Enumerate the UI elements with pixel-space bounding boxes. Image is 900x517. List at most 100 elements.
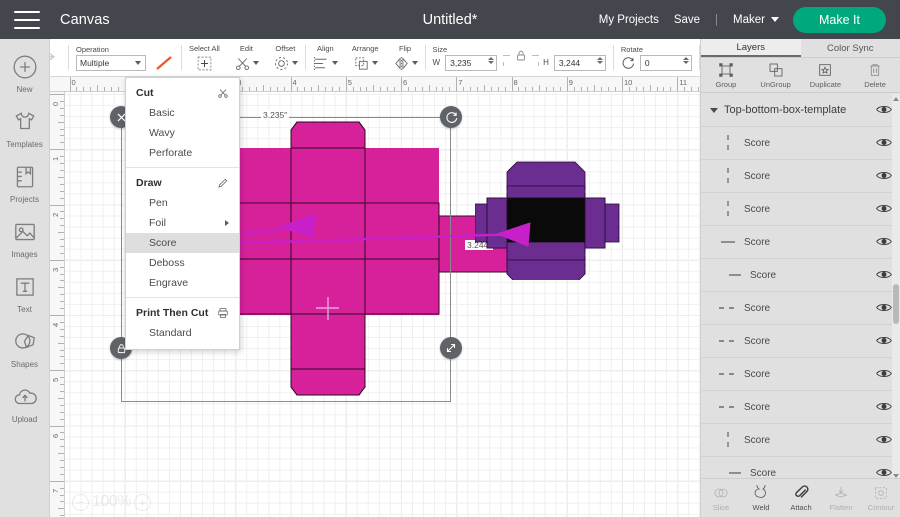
tab-color-sync[interactable]: Color Sync <box>801 39 900 57</box>
edit-button[interactable]: Edit <box>227 39 266 76</box>
zoom-out-button[interactable]: − <box>72 493 89 511</box>
layer-row[interactable]: Score <box>701 160 900 193</box>
menu-item-score[interactable]: Score <box>126 233 239 253</box>
size-lock-toggle[interactable] <box>499 39 543 76</box>
weld-button[interactable]: Weld <box>741 479 781 517</box>
layer-list[interactable]: Top-bottom-box-template Score Score Score S… <box>701 94 900 481</box>
group-button[interactable]: Group <box>701 58 751 92</box>
resize-handle[interactable] <box>440 337 462 359</box>
sidebar-item-images[interactable]: Images <box>0 210 49 265</box>
sidebar-item-shapes[interactable]: Shapes <box>0 320 49 375</box>
eye-icon <box>876 271 892 278</box>
layer-row[interactable]: Score <box>701 193 900 226</box>
attach-button[interactable]: Attach <box>781 479 821 517</box>
stepper-down-icon[interactable] <box>488 60 495 64</box>
menu-item-foil[interactable]: Foil <box>126 213 239 233</box>
operation-dropdown-menu[interactable]: Cut Basic Wavy Perforate Draw Pen Foil S… <box>125 77 240 350</box>
rotate-handle[interactable] <box>440 106 462 128</box>
tab-layers[interactable]: Layers <box>701 39 801 57</box>
menu-item-basic[interactable]: Basic <box>126 103 239 123</box>
hamburger-menu-icon[interactable] <box>14 10 40 29</box>
ruler-h-tick <box>546 87 548 91</box>
offset-button[interactable]: Offset <box>266 39 305 76</box>
height-input[interactable]: 3,244 <box>553 54 606 71</box>
operation-select[interactable]: Multiple <box>76 54 146 71</box>
zoom-level-label: 100% <box>92 493 131 510</box>
layer-scrollbar[interactable] <box>892 94 900 481</box>
layer-row[interactable]: Score <box>701 259 900 292</box>
layer-row[interactable]: Score <box>701 325 900 358</box>
visibility-toggle[interactable] <box>876 170 892 182</box>
stepper-down-icon[interactable] <box>682 60 689 64</box>
zoom-in-button[interactable]: + <box>133 493 151 511</box>
layer-stroke-icon <box>718 134 738 152</box>
sidebar-label-templates: Templates <box>6 140 43 149</box>
visibility-toggle[interactable] <box>876 401 892 413</box>
layer-row[interactable]: Score <box>701 226 900 259</box>
visibility-toggle[interactable] <box>876 137 892 149</box>
rotate-input[interactable]: 0 <box>639 54 692 71</box>
duplicate-button[interactable]: Duplicate <box>801 58 851 92</box>
flatten-icon <box>834 486 848 497</box>
menu-item-deboss[interactable]: Deboss <box>126 253 239 273</box>
stepper-up-icon[interactable] <box>596 56 603 60</box>
layer-name: Score <box>744 335 771 347</box>
visibility-toggle[interactable] <box>876 269 892 281</box>
visibility-toggle[interactable] <box>876 302 892 314</box>
visibility-toggle[interactable] <box>876 368 892 380</box>
menu-item-engrave[interactable]: Engrave <box>126 273 239 293</box>
menu-item-label: Wavy <box>149 127 175 139</box>
height-stepper[interactable] <box>596 56 603 64</box>
ruler-h-tick <box>394 87 396 91</box>
sidebar-item-upload[interactable]: Upload <box>0 375 49 430</box>
align-button[interactable]: Align <box>306 39 345 76</box>
delete-button[interactable]: Delete <box>850 58 900 92</box>
sidebar-item-projects[interactable]: Projects <box>0 155 49 210</box>
my-projects-link[interactable]: My Projects <box>599 14 659 26</box>
menu-item-pen[interactable]: Pen <box>126 193 239 213</box>
zoom-control[interactable]: − 100% + <box>72 493 151 511</box>
layer-row[interactable]: Score <box>701 292 900 325</box>
select-all-button[interactable]: Select All <box>182 39 227 76</box>
make-it-button[interactable]: Make It <box>793 6 886 33</box>
visibility-toggle[interactable] <box>876 335 892 347</box>
width-input[interactable]: 3,235 <box>445 54 498 71</box>
scrollbar-thumb[interactable] <box>893 284 899 324</box>
stepper-up-icon[interactable] <box>682 56 689 60</box>
menu-item-perforate[interactable]: Perforate <box>126 143 239 163</box>
sidebar-item-text[interactable]: Text <box>0 265 49 320</box>
rotate-stepper[interactable] <box>682 56 689 64</box>
contour-label: Contour <box>867 502 895 512</box>
visibility-toggle[interactable] <box>876 104 892 116</box>
eye-icon <box>876 304 892 311</box>
menu-item-wavy[interactable]: Wavy <box>126 123 239 143</box>
visibility-toggle[interactable] <box>876 434 892 446</box>
arrange-button[interactable]: Arrange <box>345 39 386 76</box>
scroll-up-arrow-icon[interactable] <box>893 97 899 101</box>
purple-folded-box-shape[interactable] <box>475 140 635 280</box>
save-button[interactable]: Save <box>674 14 700 26</box>
machine-selector[interactable]: Maker <box>733 14 765 26</box>
chevron-down-icon[interactable] <box>771 17 779 22</box>
sidebar-item-templates[interactable]: Templates <box>0 100 49 155</box>
stepper-down-icon[interactable] <box>596 60 603 64</box>
layer-group-row[interactable]: Top-bottom-box-template <box>701 94 900 127</box>
ruler-v-tick <box>60 252 64 254</box>
sidebar-item-new[interactable]: New <box>0 45 49 100</box>
ruler-v-tick <box>60 363 64 365</box>
layer-row[interactable]: Score <box>701 424 900 457</box>
lock-line-left <box>503 55 511 56</box>
layer-row[interactable]: Score <box>701 391 900 424</box>
stepper-up-icon[interactable] <box>488 56 495 60</box>
layer-row[interactable]: Score <box>701 358 900 391</box>
visibility-toggle[interactable] <box>876 203 892 215</box>
flip-button[interactable]: Flip <box>386 39 425 76</box>
flip-icon <box>394 56 408 70</box>
linetype-swatch[interactable] <box>154 55 174 71</box>
ungroup-button[interactable]: UnGroup <box>751 58 801 92</box>
menu-item-standard[interactable]: Standard <box>126 323 239 343</box>
caret-down-icon[interactable] <box>710 107 718 113</box>
visibility-toggle[interactable] <box>876 236 892 248</box>
width-stepper[interactable] <box>488 56 495 64</box>
layer-row[interactable]: Score <box>701 127 900 160</box>
